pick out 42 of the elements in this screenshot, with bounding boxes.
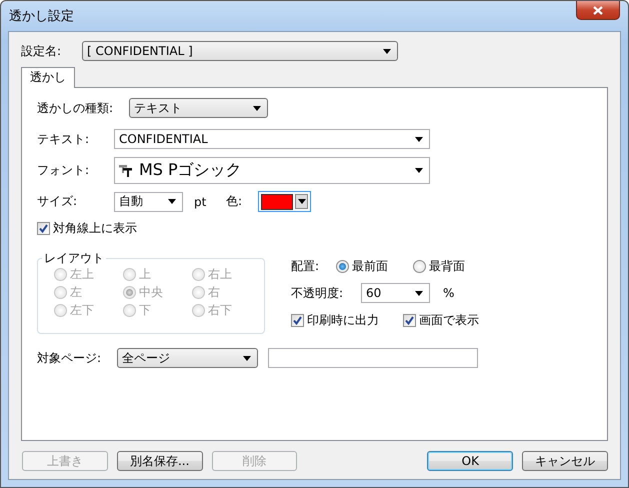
- diagonal-checkbox[interactable]: 対角線上に表示: [37, 220, 607, 237]
- close-button[interactable]: [576, 1, 620, 20]
- opacity-dropdown[interactable]: 60: [361, 283, 430, 303]
- screen-checkbox[interactable]: 画面で表示: [403, 312, 479, 329]
- caret-icon: [415, 168, 423, 173]
- unit-label: %: [443, 286, 454, 300]
- field-label: 不透明度:: [291, 284, 344, 302]
- setting-name-dropdown[interactable]: [ CONFIDENTIAL ]: [82, 41, 398, 61]
- window-title: 透かし設定: [8, 8, 74, 25]
- field-label: 対象ページ:: [37, 350, 102, 366]
- type-dropdown[interactable]: テキスト: [129, 98, 268, 118]
- field-label: 配置:: [291, 258, 320, 275]
- page-range-field[interactable]: [268, 348, 478, 368]
- field-label: 透かしの種類:: [37, 100, 114, 116]
- print-checkbox[interactable]: 印刷時に出力: [291, 312, 403, 329]
- color-picker[interactable]: [258, 191, 311, 212]
- truetype-icon: [119, 164, 133, 177]
- size-dropdown[interactable]: 自動: [114, 192, 183, 212]
- group-title: レイアウト: [43, 250, 105, 267]
- target-page-dropdown[interactable]: 全ページ: [117, 348, 258, 368]
- radio-option[interactable]: 最背面: [413, 258, 490, 275]
- caret-icon: [383, 48, 391, 54]
- field-label: フォント:: [37, 162, 90, 179]
- field-label: テキスト:: [37, 130, 90, 148]
- unit-label: pt: [194, 194, 208, 208]
- caret-icon: [168, 199, 176, 204]
- caret-icon: [298, 199, 306, 204]
- caret-icon: [415, 290, 423, 296]
- close-icon: [593, 6, 603, 14]
- field-label: 設定名:: [21, 42, 62, 60]
- field-label: 色:: [226, 193, 244, 210]
- text-combobox[interactable]: CONFIDENTIAL: [114, 129, 430, 149]
- caret-icon: [415, 136, 423, 142]
- dialog-button[interactable]: OK: [427, 451, 514, 471]
- dialog-button[interactable]: キャンセル: [522, 451, 608, 471]
- tab[interactable]: 透かし: [21, 67, 75, 88]
- font-dropdown[interactable]: MS Pゴシック: [114, 157, 430, 184]
- radio-option[interactable]: 最前面: [336, 258, 413, 275]
- dialog-button[interactable]: 別名保存...: [116, 451, 203, 471]
- field-label: サイズ:: [37, 193, 78, 210]
- caret-icon: [253, 106, 261, 110]
- caret-icon: [243, 356, 251, 360]
